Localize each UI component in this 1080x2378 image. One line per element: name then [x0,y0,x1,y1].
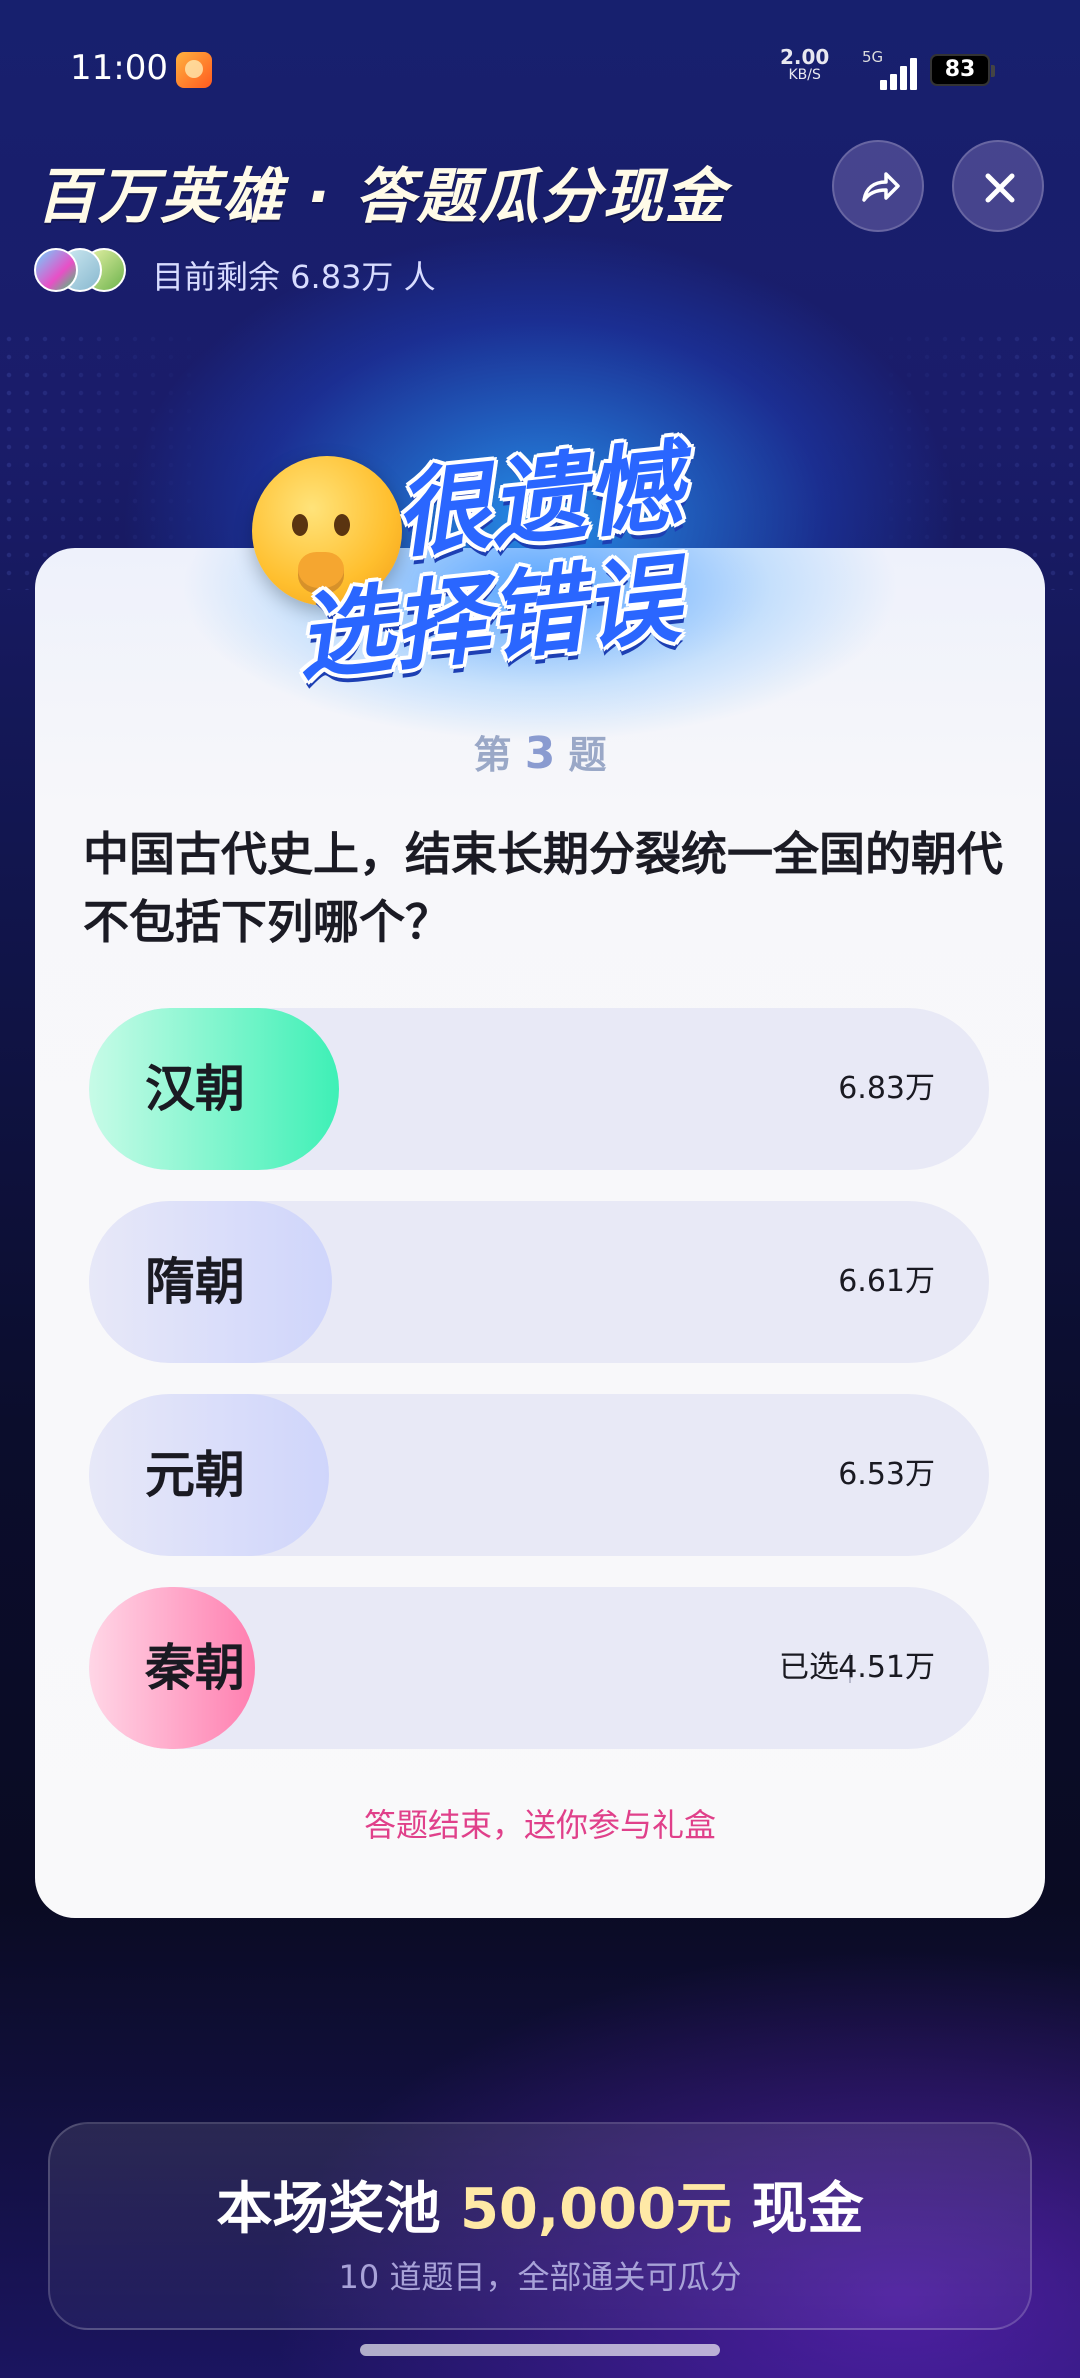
prize-amount: 50,000元 [459,2177,733,2242]
network-speed: 2.00 KB/S [780,47,829,84]
question-number-prefix: 第 [473,733,512,777]
option-qin[interactable]: 秦朝 已选 4.51万 [89,1587,989,1749]
option-label: 秦朝 [145,1639,245,1697]
option-yuan[interactable]: 元朝 6.53万 [89,1394,989,1556]
option-sui[interactable]: 隋朝 6.61万 [89,1201,989,1363]
prize-pool-title: 本场奖池 50,000元 现金 [50,2164,1030,2245]
close-icon [985,173,1015,203]
participant-avatars [34,248,128,294]
option-label: 汉朝 [145,1060,245,1118]
share-icon [862,172,900,202]
option-count: 4.51万 [838,1650,935,1685]
share-button[interactable] [832,140,924,232]
gift-box-link[interactable]: 答题结束，送你参与礼盒 [35,1800,1045,1846]
option-count: 6.83万 [838,1071,935,1106]
prize-prefix: 本场奖池 [216,2177,441,2242]
option-count: 6.61万 [838,1264,935,1299]
prize-subtitle: 10 道题目，全部通关可瓜分 [338,2258,742,2296]
status-time: 11:00 [70,48,168,88]
prize-suffix: 现金 [751,2177,864,2242]
question-number: 第 3 题 [35,724,1045,779]
prize-pool-panel: 本场奖池 50,000元 现金 10 道题目，全部通关可瓜分 [48,2122,1032,2330]
battery-level: 83 [944,57,976,82]
status-bar: 11:00 2.00 KB/S 5G 83 [0,47,1080,92]
question-number-suffix: 题 [568,733,607,777]
option-han[interactable]: 汉朝 6.83万 [89,1008,989,1170]
signal-icon [872,54,917,90]
question-number-value: 3 [524,728,556,779]
page-title: 百万英雄 · 答题瓜分现金 [36,162,727,232]
option-label: 隋朝 [145,1253,245,1311]
home-indicator[interactable] [360,2344,720,2356]
avatar [34,248,78,292]
option-label: 元朝 [145,1446,245,1504]
question-text: 中国古代史上，结束长期分裂统一全国的朝代不包括下列哪个？ [83,827,1003,949]
quiz-card: 第 3 题 中国古代史上，结束长期分裂统一全国的朝代不包括下列哪个？ 汉朝 6.… [35,548,1045,1918]
app-notification-icon [176,52,212,88]
option-count: 6.53万 [838,1457,935,1492]
close-button[interactable] [952,140,1044,232]
battery-icon: 83 [930,54,995,86]
selected-badge: 已选 [779,1650,839,1685]
remaining-players: 目前剩余 6.83万 人 [152,258,436,296]
